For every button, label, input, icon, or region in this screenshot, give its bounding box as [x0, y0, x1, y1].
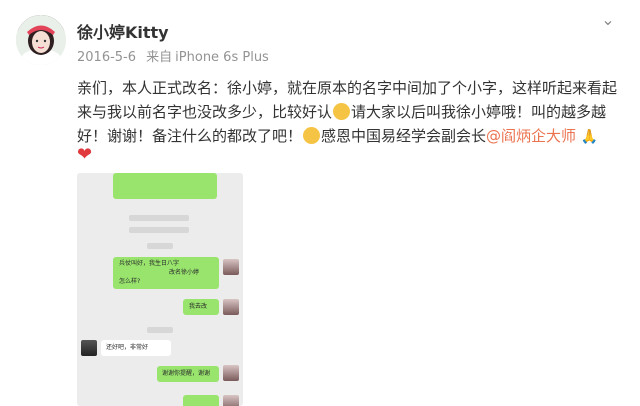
chat-bubble-text: 改名徐小婷 [169, 269, 200, 276]
author-avatar[interactable] [16, 15, 66, 65]
post-text-part3: 感恩中国易经学会副会长 [321, 127, 487, 145]
chat-avatar [81, 340, 97, 356]
chat-avatar [223, 395, 239, 406]
chat-timestamp [147, 243, 173, 249]
post-meta: 2016-5-6 来自 iPhone 6s Plus [77, 46, 275, 65]
chat-timestamp [129, 227, 189, 233]
chat-timestamp [129, 215, 189, 221]
grin-emoji-icon [303, 127, 321, 144]
post-date[interactable]: 2016-5-6 [77, 50, 136, 65]
post-body: 亲们，本人正式改名：徐小婷，就在原本的名字中间加了个小字，这样听起来看起来与我以… [77, 76, 627, 149]
chat-bubble-text: 谢谢你提醒，谢谢 [162, 370, 211, 377]
avatar-photo-icon [16, 15, 66, 65]
post-image-chat-screenshot[interactable]: 兵仗叫好，我生日八字 改名徐小婷 怎么样? 我去改 还好吧，非常好 谢谢你提醒，… [77, 173, 243, 406]
chat-bubble-top [113, 173, 217, 199]
chat-bubble-text: 兵仗叫好，我生日八字 [119, 260, 180, 267]
chat-bubble-bottom [183, 395, 219, 406]
post-menu-chevron-icon[interactable]: ⌄ [596, 10, 620, 30]
post-source: iPhone 6s Plus [175, 50, 269, 65]
chat-bubble-request: 兵仗叫好，我生日八字 改名徐小婷 怎么样? [113, 257, 219, 289]
chat-bubble-text: 我去改 [189, 303, 208, 310]
chat-avatar [223, 259, 239, 275]
heart-emoji-icon: ❤ [77, 144, 93, 165]
source-prefix: 来自 [146, 50, 173, 65]
chat-timestamp [147, 327, 173, 333]
chat-avatar [223, 299, 239, 315]
chat-bubble-thanks: 谢谢你提醒，谢谢 [157, 366, 219, 382]
chat-bubble-reply: 我去改 [183, 299, 219, 315]
thinking-emoji-icon [333, 103, 351, 120]
pray-emoji-icon: 🙏 [580, 129, 599, 145]
mention-link[interactable]: @阎炳企大师 [486, 127, 576, 145]
author-name[interactable]: 徐小婷Kitty [77, 19, 169, 43]
chat-avatar [223, 365, 239, 381]
chat-bubble-text: 还好吧，非常好 [106, 344, 149, 351]
chat-bubble-master: 还好吧，非常好 [101, 340, 171, 356]
chat-bubble-text: 怎么样? [119, 278, 141, 285]
